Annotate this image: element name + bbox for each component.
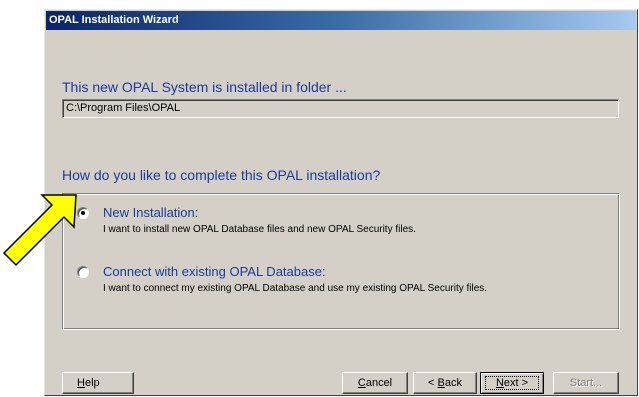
help-label-rest: elp bbox=[84, 377, 100, 389]
install-folder-field: C:\Program Files\OPAL bbox=[62, 99, 619, 118]
next-focus-rectangle bbox=[485, 376, 539, 390]
cancel-mnemonic: C bbox=[357, 377, 366, 389]
window-title: OPAL Installation Wizard bbox=[49, 14, 179, 26]
back-label-rest: ack bbox=[444, 377, 462, 389]
installation-options-group: New Installation: I want to install new … bbox=[62, 193, 620, 330]
window-title-bar[interactable]: OPAL Installation Wizard bbox=[46, 11, 636, 30]
installation-wizard-window: OPAL Installation Wizard This new OPAL S… bbox=[44, 9, 638, 396]
cancel-label-rest: ancel bbox=[365, 377, 393, 389]
connect-existing-description: I want to connect my existing OPAL Datab… bbox=[103, 283, 488, 294]
cancel-button[interactable]: Cancel bbox=[342, 372, 408, 394]
next-button[interactable]: Next > bbox=[480, 372, 544, 394]
radio-selected-dot bbox=[81, 211, 85, 215]
help-mnemonic: H bbox=[77, 377, 85, 389]
new-installation-description: I want to install new OPAL Database file… bbox=[103, 224, 416, 235]
start-button: Start... bbox=[553, 372, 619, 394]
connect-existing-title[interactable]: Connect with existing OPAL Database: bbox=[103, 264, 326, 279]
back-prefix: < bbox=[428, 377, 438, 389]
help-button[interactable]: Help bbox=[62, 372, 134, 394]
back-button[interactable]: < Back bbox=[413, 372, 477, 394]
back-mnemonic: B bbox=[437, 377, 445, 389]
new-installation-title[interactable]: New Installation: bbox=[103, 205, 198, 220]
yellow-arrow-pointer-icon bbox=[2, 194, 77, 267]
folder-heading: This new OPAL System is installed in fol… bbox=[62, 79, 347, 95]
installation-question: How do you like to complete this OPAL in… bbox=[62, 167, 381, 183]
